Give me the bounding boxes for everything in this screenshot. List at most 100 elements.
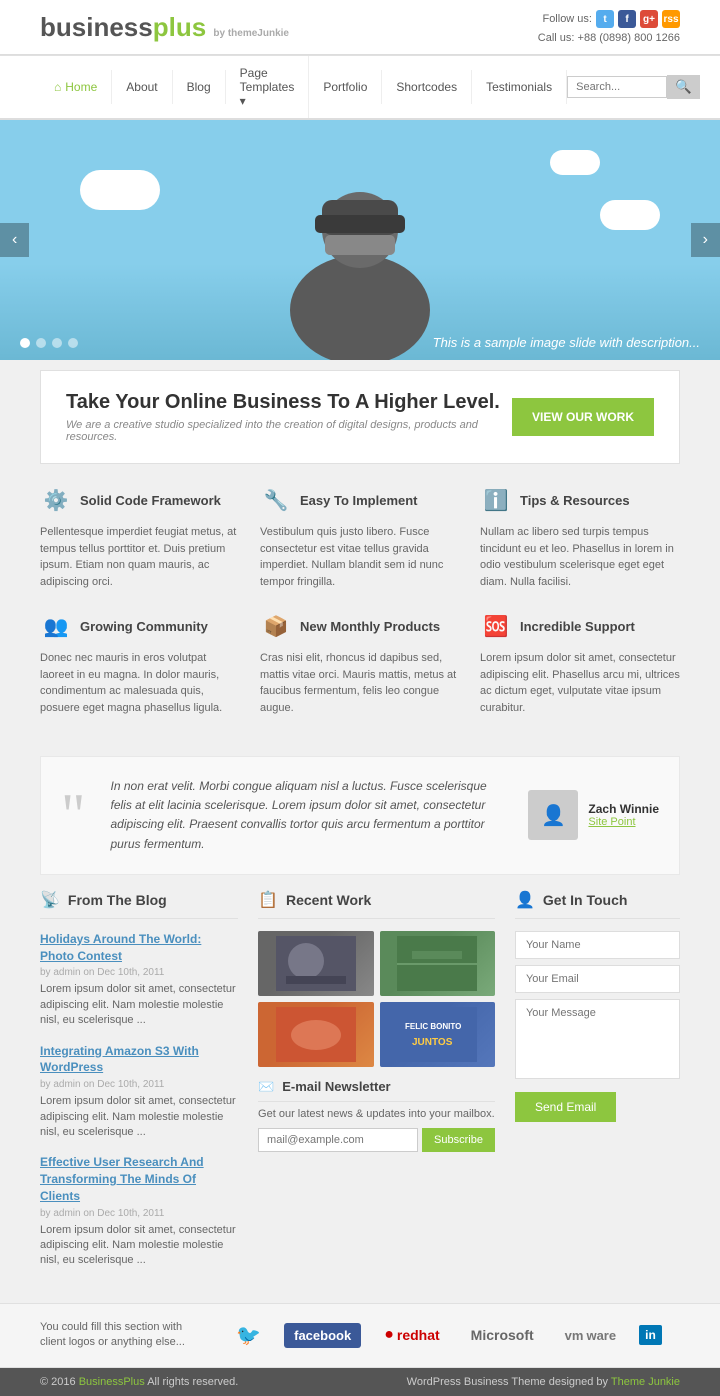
footer: © 2016 BusinessPlus All rights reserved.… <box>0 1368 720 1396</box>
svg-text:JUNTOS: JUNTOS <box>412 1037 453 1048</box>
feature-monthly-products-title: New Monthly Products <box>300 619 440 634</box>
nav-item-home[interactable]: ⌂ Home <box>40 70 112 104</box>
nav-item-testimonials[interactable]: Testimonials <box>472 70 567 104</box>
brand-facebook: facebook <box>284 1323 361 1348</box>
feature-easy-implement-header: 🔧 Easy To Implement <box>260 484 460 516</box>
search-input[interactable] <box>567 76 667 98</box>
logo-by: by themeJunkie <box>213 28 289 39</box>
work-image-3 <box>276 1007 356 1062</box>
twitter-icon[interactable]: t <box>596 10 614 28</box>
footer-theme-author-link[interactable]: Theme Junkie <box>611 1376 680 1388</box>
newsletter-email-input[interactable] <box>258 1128 418 1152</box>
feature-growing-community: 👥 Growing Community Donec nec mauris in … <box>40 610 240 716</box>
blog-post-3-title[interactable]: Effective User Research And Transforming… <box>40 1154 238 1204</box>
features-row-2: 👥 Growing Community Donec nec mauris in … <box>40 610 680 716</box>
dot-4[interactable] <box>68 338 78 348</box>
blog-post-1: Holidays Around The World: Photo Contest… <box>40 931 238 1029</box>
footer-site-link[interactable]: BusinessPlus <box>79 1376 145 1388</box>
dot-2[interactable] <box>36 338 46 348</box>
feature-incredible-support-title: Incredible Support <box>520 619 635 634</box>
testimonial-author: 👤 Zach Winnie Site Point <box>528 790 659 840</box>
nav-item-blog[interactable]: Blog <box>173 70 226 104</box>
contact-name-input[interactable] <box>515 931 680 959</box>
rss-icon[interactable]: rss <box>662 10 680 28</box>
phone-number: +88 (0898) 800 1266 <box>578 32 680 44</box>
work-thumb-4[interactable]: FELIC BONITO JUNTOS <box>380 1002 495 1067</box>
work-image-1 <box>276 936 356 991</box>
dot-3[interactable] <box>52 338 62 348</box>
brand-logos: 🐦 facebook ● redhat Microsoft vmware in <box>210 1319 680 1352</box>
author-avatar: 👤 <box>528 790 578 840</box>
follow-label: Follow us: <box>542 13 592 25</box>
blog-post-3: Effective User Research And Transforming… <box>40 1154 238 1269</box>
hero-slider: ‹ › This is a sample image slide with de… <box>0 120 720 360</box>
info-icon: ℹ️ <box>480 484 512 516</box>
feature-solid-code-body: Pellentesque imperdiet feugiat metus, at… <box>40 524 240 590</box>
nav-item-shortcodes[interactable]: Shortcodes <box>382 70 472 104</box>
feature-monthly-products-header: 📦 New Monthly Products <box>260 610 460 642</box>
cta-text: Take Your Online Business To A Higher Le… <box>66 391 512 443</box>
feature-incredible-support: 🆘 Incredible Support Lorem ipsum dolor s… <box>480 610 680 716</box>
blog-post-2-excerpt: Lorem ipsum dolor sit amet, consectetur … <box>40 1094 238 1140</box>
search-box: 🔍 <box>567 75 700 99</box>
contact-message-input[interactable] <box>515 999 680 1079</box>
author-info: Zach Winnie Site Point <box>588 802 659 828</box>
feature-solid-code: ⚙️ Solid Code Framework Pellentesque imp… <box>40 484 240 590</box>
nav-item-portfolio[interactable]: Portfolio <box>309 70 382 104</box>
cta-button[interactable]: VIEW OUR WORK <box>512 398 654 436</box>
figure-silhouette <box>260 140 460 360</box>
header: businessplus by themeJunkie Follow us: t… <box>0 0 720 55</box>
svg-text:FELIC BONITO: FELIC BONITO <box>405 1022 461 1031</box>
newsletter-form: Subscribe <box>258 1128 495 1152</box>
contact-section-title: 👤 Get In Touch <box>515 890 680 919</box>
nav-item-page-templates[interactable]: Page Templates ▾ <box>226 56 310 118</box>
rss-blog-icon: 📡 <box>40 890 60 910</box>
gplus-icon[interactable]: g+ <box>640 10 658 28</box>
nav-item-about[interactable]: About <box>112 70 172 104</box>
contact-submit-button[interactable]: Send Email <box>515 1092 616 1122</box>
blog-post-1-title[interactable]: Holidays Around The World: Photo Contest <box>40 931 238 965</box>
feature-solid-code-header: ⚙️ Solid Code Framework <box>40 484 240 516</box>
contact-icon: 👤 <box>515 890 535 910</box>
feature-incredible-support-body: Lorem ipsum dolor sit amet, consectetur … <box>480 650 680 716</box>
cloud-1 <box>80 170 160 210</box>
slider-caption: This is a sample image slide with descri… <box>433 335 700 350</box>
logo-business: business <box>40 12 153 42</box>
work-thumb-2[interactable] <box>380 931 495 996</box>
testimonial-section: " In non erat velit. Morbi congue aliqua… <box>40 756 680 875</box>
search-button[interactable]: 🔍 <box>667 75 700 99</box>
work-thumb-1[interactable] <box>258 931 373 996</box>
feature-easy-implement-title: Easy To Implement <box>300 493 418 508</box>
package-icon: 📦 <box>260 610 292 642</box>
feature-tips-resources-title: Tips & Resources <box>520 493 630 508</box>
feature-monthly-products-body: Cras nisi elit, rhoncus id dapibus sed, … <box>260 650 460 716</box>
author-site[interactable]: Site Point <box>588 816 659 828</box>
logo: businessplus by themeJunkie <box>40 12 289 43</box>
feature-tips-resources-body: Nullam ac libero sed turpis tempus tinci… <box>480 524 680 590</box>
newsletter-subscribe-button[interactable]: Subscribe <box>422 1128 495 1152</box>
gear-icon: ⚙️ <box>40 484 72 516</box>
feature-tips-resources-header: ℹ️ Tips & Resources <box>480 484 680 516</box>
phone-line: Call us: +88 (0898) 800 1266 <box>538 32 680 44</box>
brand-vmware: vmware <box>557 1324 624 1347</box>
feature-easy-implement: 🔧 Easy To Implement Vestibulum quis just… <box>260 484 460 590</box>
feature-growing-community-body: Donec nec mauris in eros volutpat laoree… <box>40 650 240 716</box>
features-section: ⚙️ Solid Code Framework Pellentesque imp… <box>40 474 680 746</box>
feature-solid-code-title: Solid Code Framework <box>80 493 221 508</box>
bottom-section: 📡 From The Blog Holidays Around The Worl… <box>40 890 680 1283</box>
work-section-title: 📋 Recent Work <box>258 890 495 919</box>
home-icon: ⌂ <box>54 80 61 94</box>
slider-next-button[interactable]: › <box>691 223 720 257</box>
cta-heading: Take Your Online Business To A Higher Le… <box>66 391 512 414</box>
work-grid: FELIC BONITO JUNTOS <box>258 931 495 1067</box>
dot-1[interactable] <box>20 338 30 348</box>
social-icons: Follow us: t f g+ rss <box>538 10 680 28</box>
facebook-icon[interactable]: f <box>618 10 636 28</box>
header-right: Follow us: t f g+ rss Call us: +88 (0898… <box>538 10 680 44</box>
slider-prev-button[interactable]: ‹ <box>0 223 29 257</box>
logos-bar: You could fill this section with client … <box>0 1303 720 1368</box>
work-thumb-3[interactable] <box>258 1002 373 1067</box>
contact-email-input[interactable] <box>515 965 680 993</box>
slider-dots <box>20 338 78 348</box>
blog-post-2-title[interactable]: Integrating Amazon S3 With WordPress <box>40 1043 238 1077</box>
